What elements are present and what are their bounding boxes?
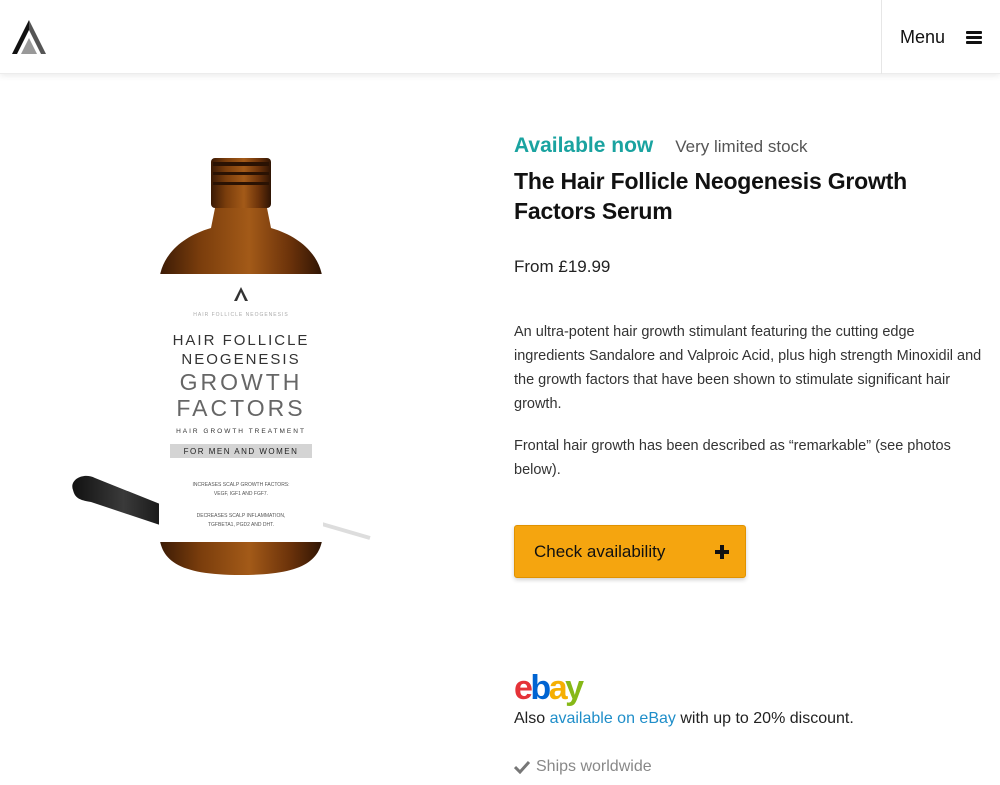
description-paragraph: An ultra-potent hair growth stimulant fe…: [514, 324, 982, 412]
ebay-logo-e: e: [514, 669, 533, 707]
stock-row: Available now Very limited stock: [514, 134, 808, 158]
product-price: From £19.99: [514, 257, 611, 276]
hamburger-icon: [966, 31, 982, 44]
brand-a-logo-icon[interactable]: [10, 18, 48, 56]
shipping-info: Ships worldwide: [514, 758, 652, 776]
label-title-line3: GROWTH: [180, 369, 303, 395]
stock-note: Very limited stock: [675, 137, 808, 156]
shipping-text: Ships worldwide: [536, 758, 652, 775]
menu-button[interactable]: Menu: [881, 0, 1000, 74]
ebay-availability-text: Also available on eBay with up to 20% di…: [514, 710, 854, 728]
ebay-text-suffix: with up to 20% discount.: [675, 710, 854, 727]
product-title: The Hair Follicle Neogenesis Growth Fact…: [514, 168, 908, 224]
ebay-logo-y: y: [565, 669, 584, 707]
product-image: HAIR FOLLICLE NEOGENESIS HAIR FOLLICLE N…: [72, 158, 371, 575]
ebay-logo-b: b: [530, 669, 551, 707]
ebay-logo-a: a: [548, 669, 568, 707]
label-subtitle: HAIR GROWTH TREATMENT: [176, 428, 306, 435]
description-paragraph: Frontal hair growth has been described a…: [514, 438, 951, 478]
label-band: FOR MEN AND WOMEN: [184, 447, 299, 456]
plus-icon: [715, 544, 729, 559]
product-description: An ultra-potent hair growth stimulant fe…: [514, 320, 984, 500]
label-note1-line1: INCREASES SCALP GROWTH FACTORS:: [192, 482, 289, 488]
label-brand-line: HAIR FOLLICLE NEOGENESIS: [193, 312, 288, 318]
ebay-logo[interactable]: ebay: [514, 668, 584, 708]
ebay-text-prefix: Also: [514, 710, 550, 727]
check-availability-label: Check availability: [534, 541, 666, 561]
label-note1-line2: VEGF, IGF1 AND FGF7.: [214, 491, 268, 497]
label-title-line2: NEOGENESIS: [181, 351, 300, 368]
label-title-line4: FACTORS: [176, 395, 305, 421]
label-note2-line1: DECREASES SCALP INFLAMMATION,: [197, 513, 286, 519]
check-availability-button[interactable]: Check availability: [514, 525, 746, 578]
label-note2-line2: TGFBETA1, PGD2 AND DHT.: [208, 522, 274, 528]
label-title-line1: HAIR FOLLICLE: [173, 332, 310, 349]
availability-status: Available now: [514, 134, 654, 157]
site-header: Menu: [0, 0, 1000, 74]
menu-label: Menu: [900, 26, 946, 47]
ebay-link[interactable]: available on eBay: [550, 710, 676, 727]
checkmark-icon: [514, 760, 530, 774]
